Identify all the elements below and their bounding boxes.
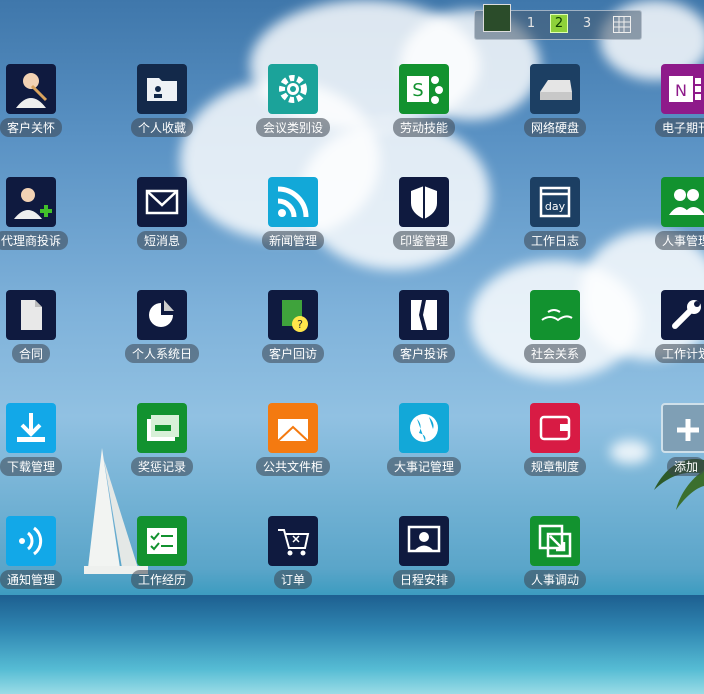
app-wrench[interactable]: 工作计划	[636, 290, 704, 363]
app-label: 合同	[11, 344, 50, 363]
app-help-document[interactable]: ? 客户回访	[243, 290, 343, 363]
globe-icon	[399, 403, 449, 453]
sharepoint-icon: S	[399, 64, 449, 114]
app-label: 电子期刊	[654, 118, 704, 137]
onenote-icon: N	[661, 64, 704, 114]
checklist-icon	[137, 516, 187, 566]
app-calendar-day[interactable]: day 工作日志	[505, 177, 605, 250]
app-label: 网络硬盘	[523, 118, 586, 137]
app-label: 下载管理	[0, 457, 62, 476]
app-onenote[interactable]: N 电子期刊	[636, 64, 704, 137]
people-icon	[661, 177, 704, 227]
app-label: 会议类别设	[255, 118, 330, 137]
app-cart[interactable]: 订单	[243, 516, 343, 589]
app-signal[interactable]: 通知管理	[0, 516, 81, 589]
gear-icon	[268, 64, 318, 114]
rss-icon	[268, 177, 318, 227]
wrench-icon	[661, 290, 704, 340]
app-download[interactable]: 下载管理	[0, 403, 81, 476]
signal-icon	[6, 516, 56, 566]
mail-open-icon	[268, 403, 318, 453]
add-user-icon	[6, 177, 56, 227]
app-checklist[interactable]: 工作经历	[112, 516, 212, 589]
app-gear[interactable]: 会议类别设	[243, 64, 343, 137]
download-icon	[6, 403, 56, 453]
app-label: 代理商投诉	[0, 231, 68, 250]
app-sharepoint[interactable]: S 劳动技能	[374, 64, 474, 137]
app-transfer[interactable]: 人事调动	[505, 516, 605, 589]
app-label: 新闻管理	[261, 231, 324, 250]
app-label: 工作计划	[654, 344, 704, 363]
app-document[interactable]: 合同	[0, 290, 81, 363]
app-label: 劳动技能	[392, 118, 455, 137]
app-label: 订单	[273, 570, 312, 589]
app-label: 通知管理	[0, 570, 62, 589]
help-document-icon: ?	[268, 290, 318, 340]
torn-document-icon	[399, 290, 449, 340]
app-label: 社会关系	[523, 344, 586, 363]
app-label: 人事管理	[654, 231, 704, 250]
app-mail-open[interactable]: 公共文件柜	[243, 403, 343, 476]
app-pie-chart[interactable]: 个人系统日	[112, 290, 212, 363]
app-label: 添加	[666, 457, 704, 476]
svg-text:S: S	[412, 80, 423, 101]
svg-text:N: N	[675, 81, 687, 100]
app-label: 短消息	[136, 231, 187, 250]
app-label: 日程安排	[392, 570, 455, 589]
cart-icon	[268, 516, 318, 566]
transfer-icon	[530, 516, 580, 566]
calendar-day-icon: day	[530, 177, 580, 227]
app-plus[interactable]: 添加	[636, 403, 704, 476]
app-presenter[interactable]: 日程安排	[374, 516, 474, 589]
app-label: 个人系统日	[124, 344, 199, 363]
app-label: 个人收藏	[130, 118, 193, 137]
contact-card-icon	[137, 64, 187, 114]
app-label: 工作日志	[523, 231, 586, 250]
plus-icon	[661, 403, 704, 453]
customer-care-icon	[6, 64, 56, 114]
app-people[interactable]: 人事管理	[636, 177, 704, 250]
page-2-button[interactable]: 2	[550, 14, 568, 33]
envelope-icon	[137, 177, 187, 227]
app-add-user[interactable]: 代理商投诉	[0, 177, 81, 250]
page-switcher: 1 2 3	[474, 4, 642, 40]
user-avatar[interactable]	[483, 4, 511, 32]
app-rss[interactable]: 新闻管理	[243, 177, 343, 250]
shield-icon	[399, 177, 449, 227]
app-label: 人事调动	[523, 570, 586, 589]
hard-drive-icon	[530, 64, 580, 114]
app-hard-drive[interactable]: 网络硬盘	[505, 64, 605, 137]
svg-text:day: day	[545, 200, 566, 213]
app-torn-document[interactable]: 客户投诉	[374, 290, 474, 363]
app-shield[interactable]: 印鉴管理	[374, 177, 474, 250]
app-birds[interactable]: 社会关系	[505, 290, 605, 363]
app-label: 公共文件柜	[255, 457, 330, 476]
wallet-icon	[530, 403, 580, 453]
app-label: 印鉴管理	[392, 231, 455, 250]
app-contact-card[interactable]: 个人收藏	[112, 64, 212, 137]
app-label: 客户关怀	[0, 118, 62, 137]
presenter-icon	[399, 516, 449, 566]
app-cards[interactable]: 奖惩记录	[112, 403, 212, 476]
birds-icon	[530, 290, 580, 340]
document-icon	[6, 290, 56, 340]
app-envelope[interactable]: 短消息	[112, 177, 212, 250]
page-3-button[interactable]: 3	[579, 16, 595, 31]
app-label: 客户回访	[261, 344, 324, 363]
app-label: 大事记管理	[386, 457, 461, 476]
pie-chart-icon	[137, 290, 187, 340]
app-wallet[interactable]: 规章制度	[505, 403, 605, 476]
app-customer-care[interactable]: 客户关怀	[0, 64, 81, 137]
app-globe[interactable]: 大事记管理	[374, 403, 474, 476]
app-label: 工作经历	[130, 570, 193, 589]
cards-icon	[137, 403, 187, 453]
app-label: 规章制度	[523, 457, 586, 476]
page-1-button[interactable]: 1	[523, 16, 539, 31]
app-label: 奖惩记录	[130, 457, 193, 476]
app-label: 客户投诉	[392, 344, 455, 363]
grid-view-icon[interactable]	[613, 16, 631, 33]
svg-text:?: ?	[297, 318, 303, 331]
